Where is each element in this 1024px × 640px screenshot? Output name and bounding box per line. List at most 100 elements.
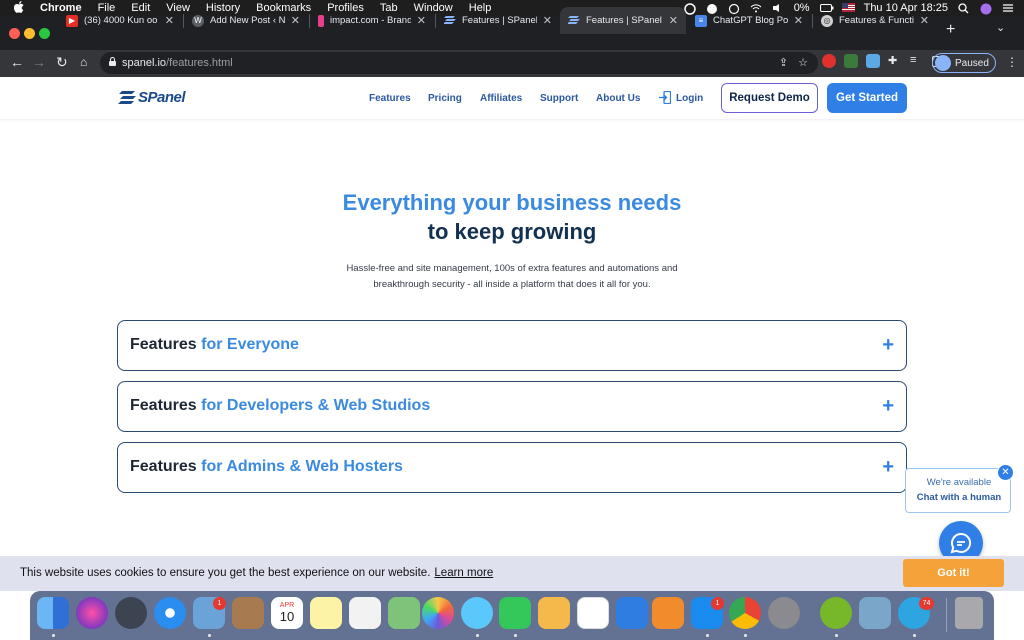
bookmark-star-icon[interactable]: ☆ bbox=[798, 56, 808, 69]
nav-about-us[interactable]: About Us bbox=[596, 93, 640, 104]
browser-tab[interactable]: W Add New Post ‹ Naj ✕ bbox=[184, 7, 308, 34]
dock-running-indicator bbox=[476, 634, 479, 637]
calendar-month: APR bbox=[279, 602, 295, 609]
safari-icon[interactable] bbox=[154, 597, 186, 629]
maximize-window-button[interactable] bbox=[39, 28, 50, 39]
tab-close-icon[interactable]: ✕ bbox=[165, 14, 174, 27]
dock-divider bbox=[946, 598, 947, 632]
browser-tab[interactable]: Features | SPanel ✕ bbox=[436, 7, 560, 34]
keynote-icon[interactable] bbox=[616, 597, 648, 629]
preview-icon[interactable] bbox=[859, 597, 891, 629]
accordion-features-admins[interactable]: Features for Admins & Web Hosters + bbox=[117, 442, 907, 493]
login-icon[interactable] bbox=[659, 91, 671, 104]
nav-support[interactable]: Support bbox=[540, 93, 578, 104]
extension-red-icon[interactable] bbox=[822, 54, 836, 68]
chat-invite-bubble[interactable]: We're available Chat with a human bbox=[905, 468, 1011, 513]
hero-heading-line1: Everything your business needs bbox=[342, 190, 682, 215]
tab-close-icon[interactable]: ✕ bbox=[291, 14, 300, 27]
accordion-features-everyone[interactable]: Features for Everyone + bbox=[117, 320, 907, 371]
impact-icon bbox=[318, 14, 324, 27]
tab-close-icon[interactable]: ✕ bbox=[794, 14, 803, 27]
expand-plus-icon[interactable]: + bbox=[882, 334, 894, 357]
system-preferences-icon[interactable] bbox=[768, 597, 800, 629]
extension-blue-icon[interactable] bbox=[866, 54, 880, 68]
reminders-icon[interactable] bbox=[349, 597, 381, 629]
tab-close-icon[interactable]: ✕ bbox=[543, 14, 552, 27]
browser-tab[interactable]: impact.com - Brand ✕ bbox=[310, 7, 434, 34]
request-demo-button[interactable]: Request Demo bbox=[721, 83, 818, 113]
dock-running-indicator bbox=[52, 634, 55, 637]
trash-icon[interactable] bbox=[955, 597, 983, 629]
tab-close-icon[interactable]: ✕ bbox=[920, 14, 929, 27]
nav-affiliates[interactable]: Affiliates bbox=[480, 93, 522, 104]
extension-green-icon[interactable] bbox=[844, 54, 858, 68]
pages-icon[interactable] bbox=[538, 597, 570, 629]
url-host: spanel.io bbox=[122, 57, 167, 69]
expand-plus-icon[interactable]: + bbox=[882, 456, 894, 479]
url-path: /features.html bbox=[166, 57, 233, 69]
reading-list-icon[interactable]: ≡ bbox=[910, 54, 924, 68]
cookie-accept-button[interactable]: Got it! bbox=[903, 559, 1004, 587]
dock-running-indicator bbox=[744, 634, 747, 637]
nav-features[interactable]: Features bbox=[369, 93, 411, 104]
minimize-window-button[interactable] bbox=[24, 28, 35, 39]
accordion-title: Features for Admins & Web Hosters bbox=[130, 458, 403, 475]
maps-icon[interactable] bbox=[388, 597, 420, 629]
get-started-button[interactable]: Get Started bbox=[827, 83, 907, 113]
mail-badge: 1 bbox=[213, 597, 226, 610]
dock-running-indicator bbox=[913, 634, 916, 637]
close-window-button[interactable] bbox=[9, 28, 20, 39]
numbers-icon[interactable] bbox=[577, 597, 609, 629]
extensions-puzzle-icon[interactable]: ✚ bbox=[888, 54, 902, 68]
utorrent-icon[interactable] bbox=[820, 597, 852, 629]
profile-button[interactable]: Paused bbox=[932, 53, 996, 73]
siri-app-icon[interactable] bbox=[76, 597, 108, 629]
address-bar[interactable]: spanel.io/features.html ⇪ ☆ bbox=[100, 52, 818, 74]
contacts-icon[interactable] bbox=[232, 597, 264, 629]
spanel-icon bbox=[444, 15, 456, 27]
launchpad-icon[interactable] bbox=[115, 597, 147, 629]
nav-login[interactable]: Login bbox=[676, 93, 703, 104]
back-arrow-icon[interactable]: ← bbox=[10, 54, 24, 70]
accordion-features-developers[interactable]: Features for Developers & Web Studios + bbox=[117, 381, 907, 432]
nav-pricing[interactable]: Pricing bbox=[428, 93, 462, 104]
finder-icon[interactable] bbox=[37, 597, 69, 629]
apple-menu-icon[interactable] bbox=[13, 0, 28, 16]
reload-icon[interactable]: ↻ bbox=[56, 54, 68, 71]
browser-tab-active[interactable]: Features | SPanel ✕ bbox=[560, 7, 686, 34]
avatar bbox=[935, 55, 951, 71]
chrome-dock-icon[interactable] bbox=[729, 597, 761, 629]
browser-tab[interactable]: ▶ (36) 4000 Kun oo d ✕ bbox=[58, 7, 182, 34]
notes-icon[interactable] bbox=[310, 597, 342, 629]
docs-icon: ≡ bbox=[695, 14, 707, 27]
messages-icon[interactable] bbox=[461, 597, 493, 629]
spanel-logo[interactable]: SPanel bbox=[118, 89, 186, 106]
browser-tab[interactable]: ◎ Features & Function ✕ bbox=[813, 7, 937, 34]
web-page: SPanel Features Pricing Affiliates Suppo… bbox=[0, 77, 1024, 590]
control-center-icon[interactable] bbox=[1002, 3, 1014, 13]
facetime-icon[interactable] bbox=[499, 597, 531, 629]
calendar-icon[interactable]: APR 10 bbox=[271, 597, 303, 629]
photos-icon[interactable] bbox=[422, 597, 454, 629]
chat-close-icon[interactable]: ✕ bbox=[997, 464, 1014, 481]
tab-close-icon[interactable]: ✕ bbox=[417, 14, 426, 27]
dock-running-indicator bbox=[514, 634, 517, 637]
app-store-badge: 1 bbox=[711, 597, 724, 610]
tab-close-icon[interactable]: ✕ bbox=[669, 14, 678, 27]
spotlight-search-icon[interactable] bbox=[958, 3, 970, 14]
browser-tab[interactable]: ≡ ChatGPT Blog Post ✕ bbox=[687, 7, 811, 34]
new-tab-button[interactable]: + bbox=[946, 21, 955, 39]
books-icon[interactable] bbox=[652, 597, 684, 629]
home-icon[interactable]: ⌂ bbox=[80, 55, 87, 69]
dock-running-indicator bbox=[835, 634, 838, 637]
chrome-menu-icon[interactable]: ⋮ bbox=[1006, 55, 1018, 69]
learn-more-link[interactable]: Learn more bbox=[434, 567, 493, 579]
hero-subtitle: Hassle-free and site management, 100s of… bbox=[312, 261, 712, 293]
cookie-text: This website uses cookies to ensure you … bbox=[20, 567, 494, 579]
share-icon[interactable]: ⇪ bbox=[779, 56, 788, 69]
forward-arrow-icon[interactable]: → bbox=[32, 54, 46, 70]
tab-search-chevron-icon[interactable]: ⌄ bbox=[996, 21, 1005, 34]
siri-icon[interactable] bbox=[980, 3, 992, 15]
expand-plus-icon[interactable]: + bbox=[882, 395, 894, 418]
dock-running-indicator bbox=[208, 634, 211, 637]
